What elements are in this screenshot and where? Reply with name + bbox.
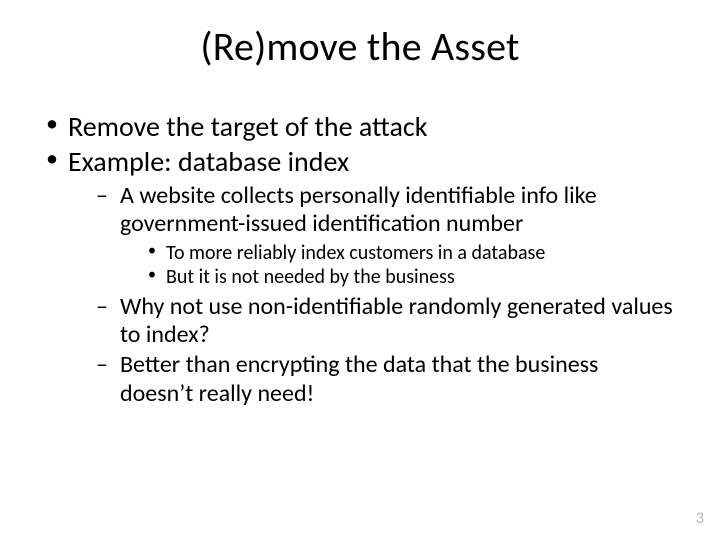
- bullet-text: But it is not needed by the business: [166, 265, 455, 289]
- slide-title: (Re)move the Asset: [0, 22, 720, 71]
- bullet-text: Example: database index: [68, 144, 349, 179]
- bullet-l2-item: Better than encrypting the data that the…: [96, 351, 676, 408]
- page-number: 3: [696, 509, 704, 528]
- bullet-list-level2: A website collects personally identifiab…: [68, 178, 676, 408]
- bullet-text: Remove the target of the attack: [68, 109, 427, 144]
- bullet-text: Why not use non-identifiable randomly ge…: [120, 292, 673, 349]
- bullet-l1-item: Example: database index A website collec…: [44, 145, 676, 408]
- bullet-l3-item: But it is not needed by the business: [148, 265, 676, 289]
- bullet-l1-item: Remove the target of the attack: [44, 110, 676, 143]
- bullet-l2-item: A website collects personally identifiab…: [96, 182, 676, 291]
- bullet-l3-item: To more reliably index customers in a da…: [148, 241, 676, 265]
- slide-body: Remove the target of the attack Example:…: [44, 110, 676, 410]
- slide: (Re)move the Asset Remove the target of …: [0, 0, 720, 540]
- bullet-text: To more reliably index customers in a da…: [166, 241, 545, 265]
- bullet-l2-item: Why not use non-identifiable randomly ge…: [96, 293, 676, 350]
- bullet-list-level3: To more reliably index customers in a da…: [120, 239, 676, 291]
- bullet-text: A website collects personally identifiab…: [120, 181, 597, 238]
- bullet-list-level1: Remove the target of the attack Example:…: [44, 110, 676, 408]
- bullet-text: Better than encrypting the data that the…: [120, 350, 598, 407]
